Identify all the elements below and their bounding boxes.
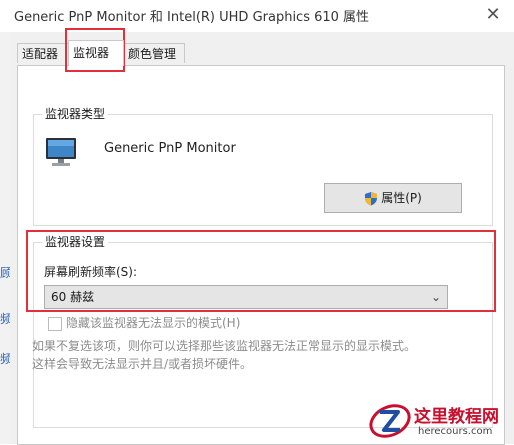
monitor-icon xyxy=(46,138,76,166)
watermark-logo-icon xyxy=(369,404,411,438)
background-window-strip: 顾 频 频 xyxy=(0,32,12,444)
monitor-type-group: 监视器类型 Generic PnP Monitor 属性(P) xyxy=(33,105,493,226)
watermark-site-url: herecours.com xyxy=(418,426,493,437)
watermark-site-name: 这里教程网 xyxy=(414,407,499,427)
properties-dialog: 适配器 监视器 颜色管理 监视器类型 Generic PnP Monitor 属… xyxy=(10,32,514,445)
hide-modes-checkbox[interactable] xyxy=(48,316,62,331)
hide-modes-label: 隐藏该监视器无法显示的模式(H) xyxy=(66,316,241,330)
close-icon: ✕ xyxy=(485,4,501,25)
description-line-1: 如果不复选该项，则你可以选择那些该监视器无法正常显示的显示模式。 xyxy=(32,339,417,353)
refresh-rate-value: 60 赫兹 xyxy=(51,290,95,304)
monitor-settings-group-title: 监视器设置 xyxy=(42,233,109,250)
watermark: 这里教程网 herecours.com xyxy=(366,398,514,444)
description-text: 如果不复选该项，则你可以选择那些该监视器无法正常显示的显示模式。 这样会导致无法… xyxy=(32,337,452,373)
refresh-rate-select[interactable]: 60 赫兹 ⌄ xyxy=(44,285,448,309)
hide-modes-row: 隐藏该监视器无法显示的模式(H) xyxy=(48,314,240,331)
chevron-down-icon: ⌄ xyxy=(430,290,441,304)
close-button[interactable]: ✕ xyxy=(478,1,508,29)
properties-button-label: 属性(P) xyxy=(381,191,422,205)
window-title: Generic PnP Monitor 和 Intel(R) UHD Graph… xyxy=(14,10,370,25)
tab-color-management[interactable]: 颜色管理 xyxy=(123,43,185,63)
monitor-tab-panel: 监视器类型 Generic PnP Monitor 属性(P) 监视器设置 屏幕… xyxy=(17,65,505,445)
monitor-name: Generic PnP Monitor xyxy=(104,141,236,156)
shield-icon xyxy=(365,192,378,206)
description-line-2: 这样会导致无法显示并且/或者损坏硬件。 xyxy=(32,357,253,371)
refresh-rate-label: 屏幕刷新频率(S): xyxy=(44,265,138,279)
properties-button[interactable]: 属性(P) xyxy=(324,183,462,213)
monitor-type-group-title: 监视器类型 xyxy=(42,105,109,122)
tab-monitor[interactable]: 监视器 xyxy=(68,40,124,66)
tab-adapter[interactable]: 适配器 xyxy=(17,43,69,63)
title-bar: Generic PnP Monitor 和 Intel(R) UHD Graph… xyxy=(0,0,514,32)
